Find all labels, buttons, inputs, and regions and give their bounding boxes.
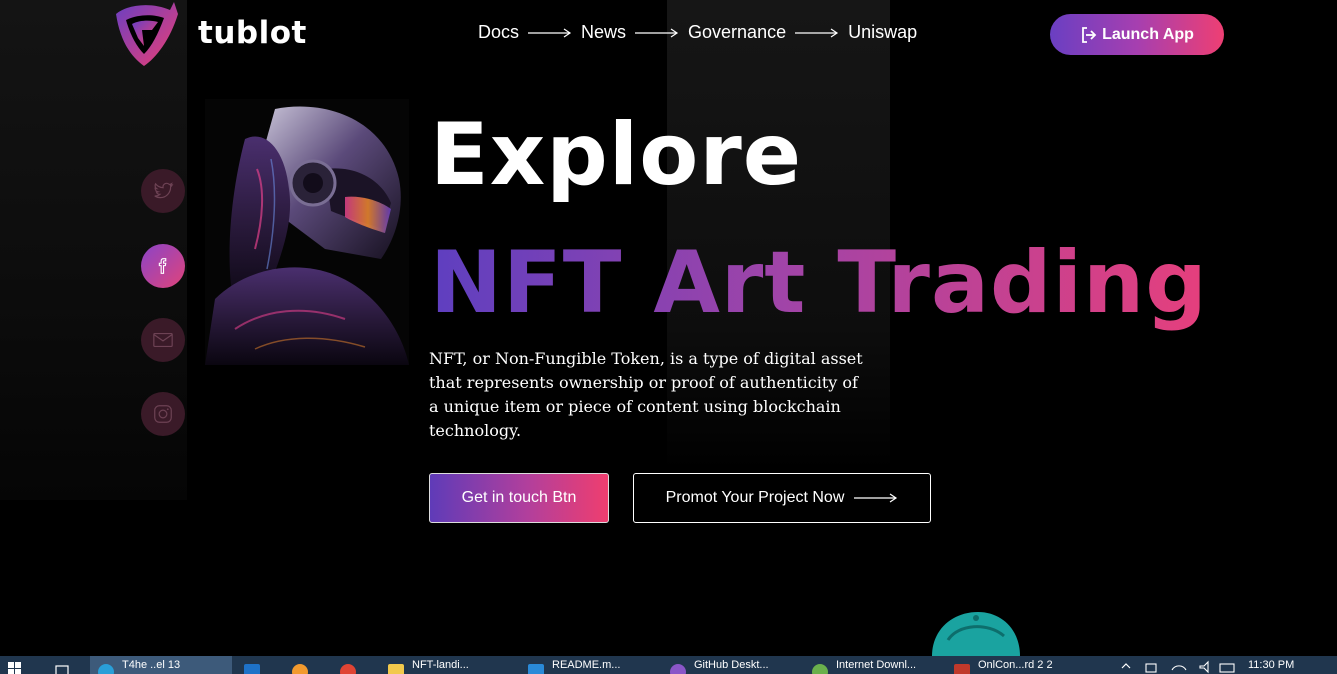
taskbar-app-vscode[interactable]: README.m... <box>528 656 648 674</box>
social-instagram[interactable] <box>141 392 185 436</box>
social-facebook[interactable] <box>141 244 185 288</box>
nav-news[interactable]: News <box>581 22 626 43</box>
social-twitter[interactable] <box>141 169 185 213</box>
arrow-right-icon <box>854 493 898 503</box>
windows-icon <box>8 662 21 674</box>
taskbar-app-vscode-label: README.m... <box>552 659 621 671</box>
nav-docs[interactable]: Docs <box>478 22 519 43</box>
taskbar-firefox[interactable] <box>292 656 318 674</box>
taskbar-app-folder-label: NFT-landi... <box>412 659 469 671</box>
promote-project-button[interactable]: Promot Your Project Now <box>633 473 931 523</box>
download-manager-icon <box>812 664 828 674</box>
app-icon <box>98 664 114 674</box>
firefox-icon <box>292 664 308 674</box>
brand-logo[interactable]: tublot <box>108 0 307 68</box>
taskbar-app-onlcon-label: OnlCon...rd 2 2 <box>978 659 1053 671</box>
mail-app-icon <box>244 664 260 674</box>
social-mail[interactable] <box>141 318 185 362</box>
taskbar-mail[interactable] <box>244 656 270 674</box>
hero-subtitle: NFT Art Trading <box>430 233 1208 333</box>
task-view-button[interactable] <box>54 656 72 674</box>
arrow-right-icon <box>795 28 839 37</box>
main-nav: Docs News Governance Uniswap <box>478 22 917 43</box>
taskbar-app-idm-label: Internet Downl... <box>836 659 917 671</box>
sign-in-icon <box>1082 26 1097 43</box>
task-view-icon <box>55 665 69 674</box>
launch-app-button[interactable]: Launch App <box>1050 14 1224 55</box>
twitter-icon <box>154 182 174 199</box>
launch-app-label: Launch App <box>1102 25 1194 43</box>
arrow-right-icon <box>528 28 572 37</box>
hero-title: Explore <box>430 105 803 205</box>
instagram-icon <box>154 405 172 423</box>
taskbar-clock[interactable]: 11:30 PM <box>1248 659 1294 671</box>
helmet-illustration <box>205 99 409 365</box>
system-tray[interactable] <box>1116 656 1236 674</box>
get-in-touch-label: Get in touch Btn <box>461 489 577 506</box>
app-icon <box>954 664 970 674</box>
site-header: tublot Docs News Governance Uniswap Laun… <box>0 0 1337 70</box>
taskbar-app-folder[interactable]: NFT-landi... <box>388 656 508 674</box>
facebook-icon <box>158 258 167 274</box>
mail-icon <box>153 332 173 348</box>
promote-project-label: Promot Your Project Now <box>665 489 845 506</box>
os-taskbar: T4he ..el 13 NFT-landi... README.m... Gi… <box>0 656 1337 674</box>
vscode-icon <box>528 664 544 674</box>
taskbar-app-idm[interactable]: Internet Downl... <box>812 656 942 674</box>
taskbar-app-1-label: T4he ..el 13 <box>122 659 181 671</box>
system-tray-icons <box>1121 660 1235 674</box>
taskbar-app-github-label: GitHub Deskt... <box>694 659 769 671</box>
nav-uniswap[interactable]: Uniswap <box>848 22 917 43</box>
nft-helmet-image <box>205 99 409 365</box>
taskbar-app-onlcon[interactable]: OnlCon...rd 2 2 <box>954 656 1084 674</box>
folder-icon <box>388 664 404 674</box>
nft-cap-image <box>932 612 1020 656</box>
tublot-logo-icon <box>116 2 178 66</box>
nav-governance[interactable]: Governance <box>688 22 786 43</box>
start-button[interactable] <box>8 656 26 674</box>
arrow-right-icon <box>635 28 679 37</box>
brand-name: tublot <box>198 15 307 51</box>
get-in-touch-button[interactable]: Get in touch Btn <box>429 473 609 523</box>
taskbar-chrome[interactable] <box>340 656 366 674</box>
taskbar-app-github[interactable]: GitHub Deskt... <box>670 656 800 674</box>
hero-description: NFT, or Non-Fungible Token, is a type of… <box>429 349 863 440</box>
taskbar-app-1[interactable]: T4he ..el 13 <box>90 656 232 674</box>
chrome-icon <box>340 664 356 674</box>
github-icon <box>670 664 686 674</box>
